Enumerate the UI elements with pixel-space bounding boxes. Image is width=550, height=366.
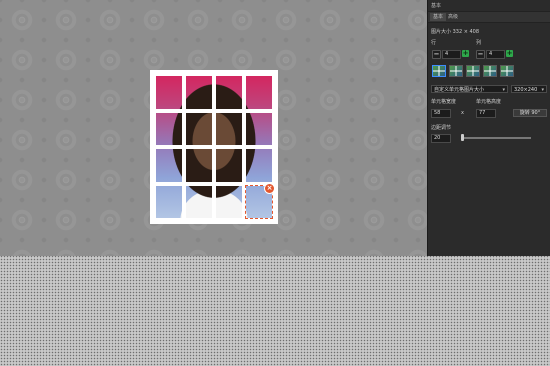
margin-label: 边距调节 bbox=[431, 125, 452, 131]
layout-preset-1[interactable] bbox=[432, 65, 446, 77]
photo-grid-cell[interactable] bbox=[216, 112, 242, 145]
cols-decrement-button[interactable]: − bbox=[476, 50, 485, 59]
cols-label: 列 bbox=[476, 40, 482, 46]
tab-advanced[interactable]: 高级 bbox=[445, 13, 461, 21]
photo-grid-cell[interactable] bbox=[216, 76, 242, 109]
cell-height-label: 单元格高度 bbox=[476, 99, 502, 105]
photo-grid-cell[interactable] bbox=[186, 149, 212, 182]
rows-decrement-button[interactable]: − bbox=[432, 50, 441, 59]
margin-slider-handle[interactable] bbox=[461, 134, 464, 141]
layout-preset-4[interactable] bbox=[483, 65, 497, 77]
cell-height-input[interactable]: 77 bbox=[476, 109, 496, 118]
panel-title: 基本 bbox=[431, 3, 442, 9]
layout-preset-5[interactable] bbox=[500, 65, 514, 77]
photo-grid-cell[interactable] bbox=[216, 149, 242, 182]
margin-input[interactable]: 20 bbox=[431, 134, 451, 143]
cols-increment-button[interactable]: + bbox=[506, 50, 513, 57]
layout-preset-2[interactable] bbox=[449, 65, 463, 77]
photo-grid-cell[interactable] bbox=[246, 149, 272, 182]
cell-size-mode-select[interactable]: 自定义单元格图片大小 ▾ bbox=[431, 85, 508, 93]
rows-label: 行 bbox=[431, 40, 437, 46]
tab-basic[interactable]: 基本 bbox=[430, 13, 447, 21]
layout-preset-3[interactable] bbox=[466, 65, 480, 77]
cell-size-mode-value: 自定义单元格图片大小 bbox=[434, 87, 485, 93]
photo-grid-cell[interactable] bbox=[156, 185, 182, 218]
photo-grid-cell[interactable] bbox=[156, 149, 182, 182]
photo-grid-cell[interactable] bbox=[186, 185, 212, 218]
photo-grid-cell[interactable] bbox=[216, 185, 242, 218]
rows-increment-button[interactable]: + bbox=[462, 50, 469, 57]
cell-size-preset-select[interactable]: 320×240 ▾ bbox=[511, 85, 547, 93]
settings-panel: 基本 基本 高级 图片大小 332 × 408 行 列 − 4 + − 4 + … bbox=[427, 0, 550, 256]
photo-grid-cell[interactable] bbox=[246, 112, 272, 145]
rotate-90-button[interactable]: 旋转 90° bbox=[513, 109, 547, 117]
cell-size-preset-value: 320×240 bbox=[514, 87, 538, 93]
cols-input[interactable]: 4 bbox=[486, 50, 505, 59]
dimension-separator: x bbox=[461, 110, 464, 116]
tab-bar: 基本 高级 bbox=[428, 11, 550, 23]
remove-cell-button[interactable]: × bbox=[265, 184, 274, 193]
chevron-down-icon: ▾ bbox=[502, 87, 505, 93]
margin-slider-track[interactable] bbox=[461, 137, 531, 139]
photo-grid[interactable] bbox=[150, 70, 278, 224]
rows-input[interactable]: 4 bbox=[442, 50, 461, 59]
chevron-down-icon: ▾ bbox=[541, 87, 544, 93]
photo-grid-cell[interactable] bbox=[186, 112, 212, 145]
photo-grid-cell[interactable] bbox=[156, 112, 182, 145]
photo-grid-cell[interactable] bbox=[156, 76, 182, 109]
photo-grid-cell[interactable] bbox=[186, 76, 212, 109]
cell-width-input[interactable]: 58 bbox=[431, 109, 451, 118]
cell-width-label: 单元格宽度 bbox=[431, 99, 457, 105]
close-icon: × bbox=[266, 184, 273, 192]
photo-grid-cell[interactable] bbox=[246, 76, 272, 109]
image-size-label: 图片大小 332 × 408 bbox=[431, 29, 480, 35]
